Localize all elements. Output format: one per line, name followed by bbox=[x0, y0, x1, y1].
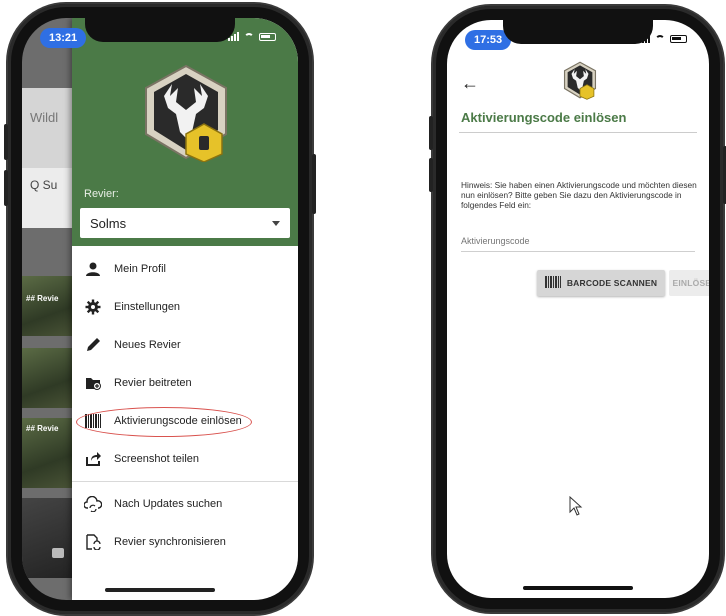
drawer-header: Revier: Solms bbox=[72, 18, 298, 246]
home-indicator bbox=[105, 588, 215, 592]
volume-up-button bbox=[429, 116, 433, 150]
mouse-cursor-icon bbox=[569, 496, 583, 516]
hint-text: Hinweis: Sie haben einen Aktivierungscod… bbox=[461, 180, 697, 211]
background-label: ## Revie bbox=[26, 424, 59, 433]
battery-icon bbox=[670, 34, 687, 43]
left-screen: Wildl Q Su ## Revie ## Revie 13:21 Revie… bbox=[22, 18, 298, 600]
background-label: ## Revie bbox=[26, 294, 59, 303]
app-logo-icon bbox=[563, 61, 597, 100]
volume-down-button bbox=[429, 158, 433, 192]
menu-item-mein-profil[interactable]: Mein Profil bbox=[72, 250, 298, 288]
menu-item-neues-revier[interactable]: Neues Revier bbox=[72, 326, 298, 364]
share-icon bbox=[84, 450, 102, 468]
title-divider bbox=[459, 132, 697, 133]
sync-file-icon bbox=[84, 533, 102, 551]
gear-icon bbox=[84, 298, 102, 316]
activation-code-input[interactable] bbox=[461, 230, 695, 252]
redeem-button[interactable]: EINLÖSEN bbox=[669, 270, 709, 296]
barcode-icon bbox=[544, 276, 561, 290]
revier-label: Revier: bbox=[84, 188, 119, 200]
scan-barcode-label: BARCODE SCANNEN bbox=[566, 278, 658, 288]
background-text: Wildl bbox=[30, 110, 59, 125]
volume-up-button bbox=[4, 124, 8, 160]
menu-item-screenshot-teilen[interactable]: Screenshot teilen bbox=[72, 440, 298, 478]
status-icons bbox=[228, 32, 276, 41]
menu-item-updates[interactable]: Nach Updates suchen bbox=[72, 485, 298, 523]
menu-item-label: Einstellungen bbox=[114, 301, 181, 313]
menu-item-label: Mein Profil bbox=[114, 263, 166, 275]
menu-item-label: Nach Updates suchen bbox=[114, 498, 223, 510]
folder-add-icon bbox=[84, 374, 102, 392]
page-title: Aktivierungscode einlösen bbox=[461, 110, 627, 125]
left-phone: Wildl Q Su ## Revie ## Revie 13:21 Revie… bbox=[4, 4, 316, 614]
menu-item-revier-beitreten[interactable]: Revier beitreten bbox=[72, 364, 298, 402]
app-bar: ← bbox=[447, 54, 709, 102]
home-indicator bbox=[523, 586, 633, 590]
wifi-icon bbox=[244, 32, 254, 41]
revier-select-value: Solms bbox=[90, 215, 127, 231]
pencil-icon bbox=[84, 336, 102, 354]
menu-divider bbox=[72, 481, 298, 482]
right-screen: 17:53 ← Aktivierungscode einlösen Hinwei… bbox=[447, 20, 709, 598]
volume-down-button bbox=[4, 170, 8, 206]
notch bbox=[503, 20, 653, 44]
person-icon bbox=[84, 260, 102, 278]
battery-icon bbox=[259, 32, 276, 41]
drawer-menu: Mein Profil Einstellungen Neues Revier R… bbox=[72, 250, 298, 561]
menu-item-einstellungen[interactable]: Einstellungen bbox=[72, 288, 298, 326]
wifi-icon bbox=[655, 34, 665, 43]
navigation-drawer: Revier: Solms Mein Profil Einstellungen … bbox=[72, 18, 298, 600]
highlight-ring bbox=[76, 407, 252, 437]
menu-item-label: Screenshot teilen bbox=[114, 453, 199, 465]
back-arrow-icon[interactable]: ← bbox=[461, 74, 479, 92]
menu-item-label: Revier synchronisieren bbox=[114, 536, 226, 548]
background-search-text: Q Su bbox=[30, 178, 58, 192]
status-time: 13:21 bbox=[40, 28, 87, 48]
app-logo-icon bbox=[145, 64, 227, 162]
notch bbox=[85, 18, 235, 42]
right-phone: 17:53 ← Aktivierungscode einlösen Hinwei… bbox=[429, 6, 726, 612]
menu-item-synchronisieren[interactable]: Revier synchronisieren bbox=[72, 523, 298, 561]
menu-item-label: Neues Revier bbox=[114, 339, 181, 351]
chevron-down-icon bbox=[272, 220, 280, 226]
menu-item-label: Revier beitreten bbox=[114, 377, 192, 389]
revier-select[interactable]: Solms bbox=[80, 208, 290, 238]
redeem-button-label: EINLÖSEN bbox=[672, 278, 709, 288]
cloud-sync-icon bbox=[84, 495, 102, 513]
camera-icon bbox=[52, 548, 64, 558]
menu-item-aktivierungscode[interactable]: Aktivierungscode einlösen bbox=[72, 402, 298, 440]
scan-barcode-button[interactable]: BARCODE SCANNEN bbox=[537, 270, 665, 296]
power-button bbox=[312, 154, 316, 214]
